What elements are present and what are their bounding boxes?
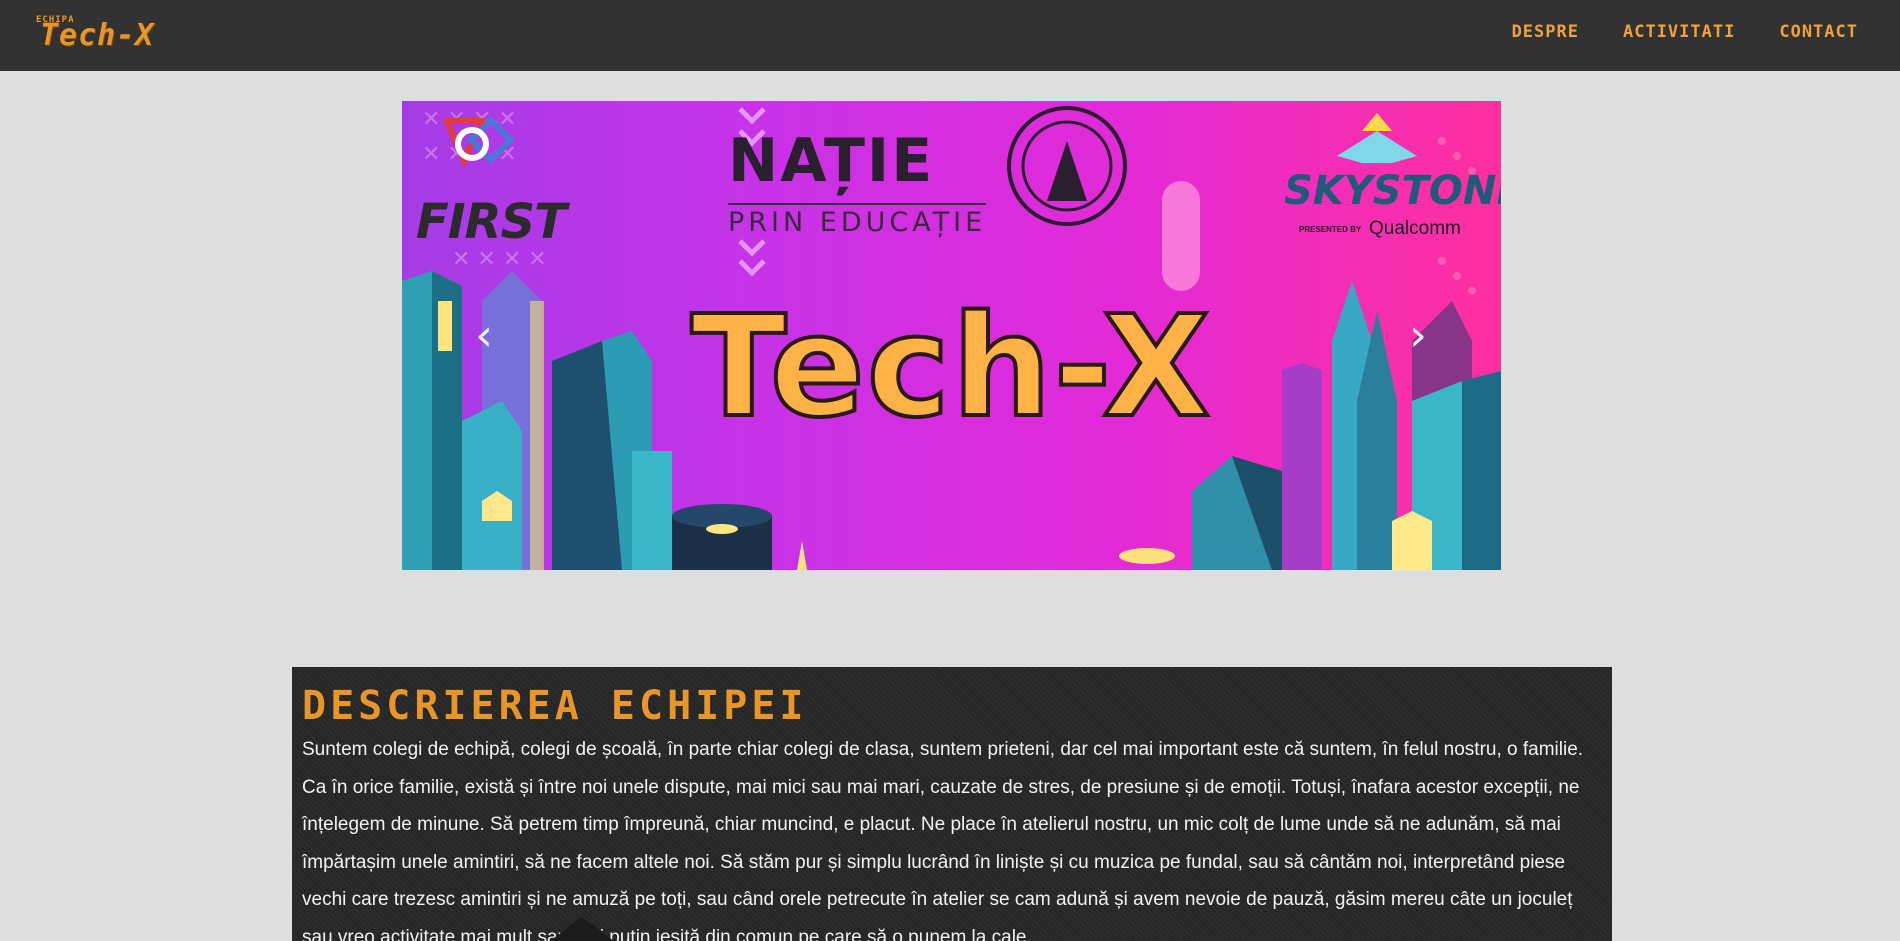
hero-carousel: ✕ ✕ ✕ ✕ ✕ ✕ ✕ ✕ ✕ ✕ ✕ ✕ FIRST NAȚIE PRIN… bbox=[402, 101, 1501, 570]
section-heading: DESCRIEREA ECHIPEI bbox=[302, 683, 808, 729]
carousel-prev-button[interactable]: ‹ bbox=[464, 306, 504, 366]
nav-link-activitati[interactable]: ACTIVITATI bbox=[1623, 22, 1735, 42]
natie-logo-subtitle: PRIN EDUCAȚIE bbox=[728, 203, 987, 238]
nav-link-despre[interactable]: DESPRE bbox=[1512, 22, 1579, 42]
nav-link-contact[interactable]: CONTACT bbox=[1779, 22, 1858, 42]
presented-by-text: PRESENTED BY bbox=[1299, 225, 1362, 234]
nav-links: DESPRE ACTIVITATI CONTACT bbox=[1512, 22, 1858, 42]
logo-text: Tech-X bbox=[40, 18, 155, 53]
first-logo: FIRST bbox=[416, 194, 567, 250]
description-text: Suntem colegi de echipă, colegi de școal… bbox=[302, 739, 1584, 941]
site-logo[interactable]: ECHIPA Tech-X bbox=[34, 12, 174, 53]
natie-logo: NAȚIE bbox=[728, 126, 935, 196]
carousel-next-button[interactable]: › bbox=[1398, 306, 1438, 366]
qualcomm-logo: Qualcomm bbox=[1369, 218, 1461, 239]
navbar: ECHIPA Tech-X DESPRE ACTIVITATI CONTACT bbox=[0, 0, 1900, 71]
svg-text:✕ ✕ ✕ ✕: ✕ ✕ ✕ ✕ bbox=[452, 247, 547, 272]
carousel-title: Tech-X bbox=[689, 284, 1213, 451]
chevron-right-icon: › bbox=[1409, 310, 1427, 361]
chevron-left-icon: ‹ bbox=[475, 310, 493, 361]
skystone-logo: SKYSTONE bbox=[1284, 168, 1501, 214]
decorative-shape bbox=[542, 917, 622, 941]
team-description-section: DESCRIEREA ECHIPEI Suntem colegi de echi… bbox=[292, 667, 1612, 941]
